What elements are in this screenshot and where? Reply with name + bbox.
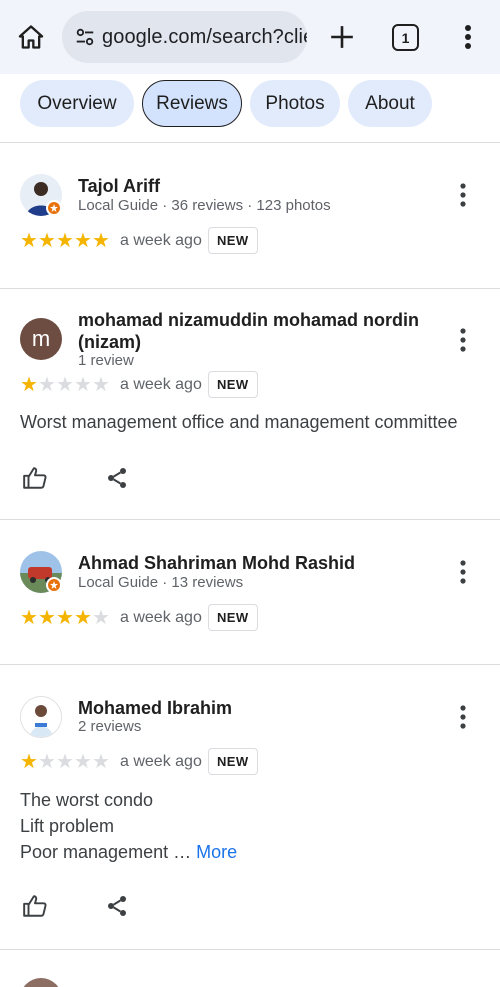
star-rating: ★ ★ ★ ★ ★ [20, 375, 110, 395]
reviewer-name[interactable]: Tajol Ariff [78, 175, 160, 197]
url-text[interactable]: google.com/search?clie [102, 26, 307, 49]
more-link[interactable]: More [196, 842, 237, 862]
star-icon: ★ [38, 607, 56, 629]
star-icon: ★ [38, 230, 56, 252]
star-icon: ★ [74, 607, 92, 629]
review-menu-icon[interactable] [452, 557, 474, 587]
review-menu-icon[interactable] [452, 180, 474, 210]
star-icon: ★ [74, 751, 92, 773]
review-text-line: Lift problem [20, 816, 115, 836]
star-icon: ★ [92, 374, 110, 396]
star-rating: ★ ★ ★ ★ ★ [20, 752, 110, 772]
star-icon: ★ [20, 751, 38, 773]
review-menu-icon[interactable] [452, 702, 474, 732]
reviewer-meta: 2 reviews [78, 718, 142, 735]
star-icon: ★ [92, 230, 110, 252]
star-icon: ★ [20, 374, 38, 396]
place-tabs: Overview Reviews Photos About [0, 74, 500, 136]
review-menu-icon[interactable] [452, 325, 474, 355]
new-badge: NEW [208, 748, 258, 775]
star-icon: ★ [56, 607, 74, 629]
reviewer-name[interactable]: mohamad nizamuddin mohamad nordin [78, 309, 419, 331]
star-icon: ★ [74, 374, 92, 396]
review-text-line: The worst condo [20, 790, 154, 810]
thumbs-up-icon[interactable] [20, 463, 50, 493]
share-icon[interactable] [102, 463, 132, 493]
reviewer-meta: Local Guide · 36 reviews · 123 photos [78, 197, 331, 214]
home-icon[interactable] [14, 20, 48, 54]
review-text-truncated: Poor management … [20, 842, 192, 862]
next-review-avatar[interactable] [20, 978, 62, 987]
star-icon: ★ [56, 751, 74, 773]
new-badge: NEW [208, 227, 258, 254]
more-menu-icon[interactable] [456, 22, 480, 52]
divider [0, 949, 500, 950]
tab-about[interactable]: About [348, 80, 432, 127]
star-icon: ★ [92, 607, 110, 629]
avatar[interactable]: m [20, 318, 62, 360]
review-card: Mohamed Ibrahim 2 reviews ★ ★ ★ ★ ★ a we… [0, 665, 500, 949]
avatar[interactable] [20, 696, 62, 738]
review-card: m mohamad nizamuddin mohamad nordin (niz… [0, 289, 500, 520]
tab-count: 1 [401, 29, 410, 46]
reviewer-meta: 1 review [78, 352, 134, 369]
review-time: a week ago [120, 232, 202, 249]
star-icon: ★ [92, 751, 110, 773]
star-icon: ★ [38, 374, 56, 396]
review-text: The worst condo Lift problem Poor manage… [20, 787, 237, 865]
star-rating: ★ ★ ★ ★ ★ [20, 608, 110, 628]
new-badge: NEW [208, 604, 258, 631]
tab-photos[interactable]: Photos [250, 80, 340, 127]
star-rating: ★ ★ ★ ★ ★ [20, 231, 110, 251]
reviewer-meta: Local Guide · 13 reviews [78, 574, 244, 591]
tab-switcher-button[interactable]: 1 [392, 24, 419, 51]
review-card: Tajol Ariff Local Guide · 36 reviews · 1… [0, 143, 500, 288]
star-icon: ★ [38, 751, 56, 773]
local-guide-badge-icon [46, 200, 62, 216]
review-text-line: Poor management … More [20, 839, 237, 865]
tab-reviews[interactable]: Reviews [142, 80, 242, 127]
share-icon[interactable] [102, 891, 132, 921]
reviewer-name-continued[interactable]: (nizam) [78, 331, 141, 353]
new-badge: NEW [208, 371, 258, 398]
reviewer-name[interactable]: Ahmad Shahriman Mohd Rashid [78, 552, 355, 574]
star-icon: ★ [20, 607, 38, 629]
star-icon: ★ [56, 230, 74, 252]
thumbs-up-icon[interactable] [20, 891, 50, 921]
site-settings-icon[interactable] [74, 24, 96, 50]
address-bar[interactable]: google.com/search?clie [62, 11, 307, 63]
star-icon: ★ [20, 230, 38, 252]
review-time: a week ago [120, 753, 202, 770]
star-icon: ★ [56, 374, 74, 396]
review-card: Ahmad Shahriman Mohd Rashid Local Guide … [0, 520, 500, 664]
reviewer-name[interactable]: Mohamed Ibrahim [78, 697, 232, 719]
local-guide-badge-icon [46, 577, 62, 593]
review-text: Worst management office and management c… [20, 412, 458, 432]
review-time: a week ago [120, 376, 202, 393]
tab-overview[interactable]: Overview [20, 80, 134, 127]
browser-toolbar: google.com/search?clie 1 [0, 0, 500, 74]
new-tab-icon[interactable] [326, 20, 358, 54]
review-time: a week ago [120, 609, 202, 626]
star-icon: ★ [74, 230, 92, 252]
